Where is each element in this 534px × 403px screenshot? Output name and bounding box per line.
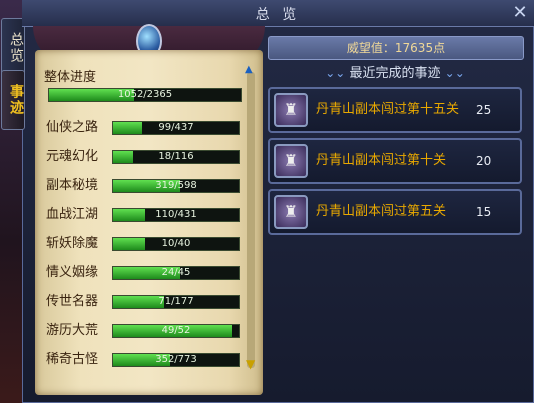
category-row[interactable]: 稀奇古怪 352/773 <box>46 348 246 374</box>
achievement-points: 15 <box>476 205 492 219</box>
overall-progress-value: 1052/2365 <box>117 89 173 100</box>
recent-deeds-label: 最近完成的事迹 <box>349 66 441 81</box>
category-progress-value: 18/116 <box>158 151 194 162</box>
category-row[interactable]: 游历大荒 49/52 <box>46 319 246 345</box>
category-progress-value: 319/598 <box>155 180 197 191</box>
category-row[interactable]: 情义姻缘 24/45 <box>46 261 246 287</box>
recent-deeds-header: ⌄⌄ 最近完成的事迹 ⌄⌄ <box>268 62 522 84</box>
category-row[interactable]: 副本秘境 319/598 <box>46 174 246 200</box>
category-label: 传世名器 <box>46 294 99 309</box>
achievement-icon: ♜ <box>274 93 308 127</box>
scroll-up-icon[interactable]: ▲ <box>245 64 253 75</box>
category-progress-value: 24/45 <box>161 267 191 278</box>
scrollbar[interactable] <box>247 72 255 368</box>
category-row[interactable]: 元魂幻化 18/116 <box>46 145 246 171</box>
category-row[interactable]: 斩妖除魔 10/40 <box>46 232 246 258</box>
category-progress-value: 10/40 <box>161 238 191 249</box>
achievement-icon: ♜ <box>274 195 308 229</box>
category-label: 副本秘境 <box>46 178 99 193</box>
category-progress-bar: 110/431 <box>112 208 240 222</box>
achievement-points: 20 <box>476 154 492 168</box>
category-progress-bar: 10/40 <box>112 237 240 251</box>
window-title: 总 览 <box>255 7 301 23</box>
close-icon[interactable]: ✕ <box>510 3 530 23</box>
tab-deeds[interactable]: 事迹 <box>1 70 25 130</box>
achievement-name: 丹青山副本闯过第五关 <box>316 204 447 219</box>
category-progress-bar: 71/177 <box>112 295 240 309</box>
achievement-name: 丹青山副本闯过第十关 <box>316 153 447 168</box>
achievement-name: 丹青山副本闯过第十五关 <box>316 102 460 117</box>
category-row[interactable]: 仙侠之路 99/437 <box>46 116 246 142</box>
category-progress-bar: 18/116 <box>112 150 240 164</box>
achievement-card[interactable]: ♜ 丹青山副本闯过第十五关 25 <box>268 87 522 133</box>
category-progress-bar: 352/773 <box>112 353 240 367</box>
category-row[interactable]: 血战江湖 110/431 <box>46 203 246 229</box>
achievement-icon: ♜ <box>274 144 308 178</box>
category-progress-value: 352/773 <box>155 354 197 365</box>
category-progress-bar: 24/45 <box>112 266 240 280</box>
category-progress-bar: 319/598 <box>112 179 240 193</box>
category-progress-bar: 49/52 <box>112 324 240 338</box>
achievement-points: 25 <box>476 103 492 117</box>
tab-overview[interactable]: 总览 <box>1 18 25 78</box>
category-label: 血战江湖 <box>46 207 99 222</box>
category-progress-bar: 99/437 <box>112 121 240 135</box>
category-label: 情义姻缘 <box>46 265 99 280</box>
overall-progress-bar: 1052/2365 <box>48 88 242 102</box>
category-label: 游历大荒 <box>46 323 99 338</box>
reputation-value: 威望值：17635点 <box>268 36 524 60</box>
category-progress-value: 71/177 <box>158 296 194 307</box>
category-label: 仙侠之路 <box>46 120 99 135</box>
category-progress-value: 49/52 <box>161 325 191 336</box>
scroll-down-icon[interactable]: ▼ <box>246 357 255 371</box>
achievement-card[interactable]: ♜ 丹青山副本闯过第五关 15 <box>268 189 522 235</box>
category-progress-value: 110/431 <box>155 209 197 220</box>
category-progress-value: 99/437 <box>158 122 194 133</box>
title-bar: 总 览 ✕ <box>22 0 534 27</box>
category-row[interactable]: 传世名器 71/177 <box>46 290 246 316</box>
achievement-card[interactable]: ♜ 丹青山副本闯过第十关 20 <box>268 138 522 184</box>
category-label: 稀奇古怪 <box>46 352 99 367</box>
category-label: 元魂幻化 <box>46 149 99 164</box>
overall-progress-label: 整体进度 <box>44 70 97 85</box>
chevron-down-icon: ⌄⌄ <box>444 66 465 80</box>
chevron-down-icon: ⌄⌄ <box>325 66 346 80</box>
category-label: 斩妖除魔 <box>46 236 99 251</box>
